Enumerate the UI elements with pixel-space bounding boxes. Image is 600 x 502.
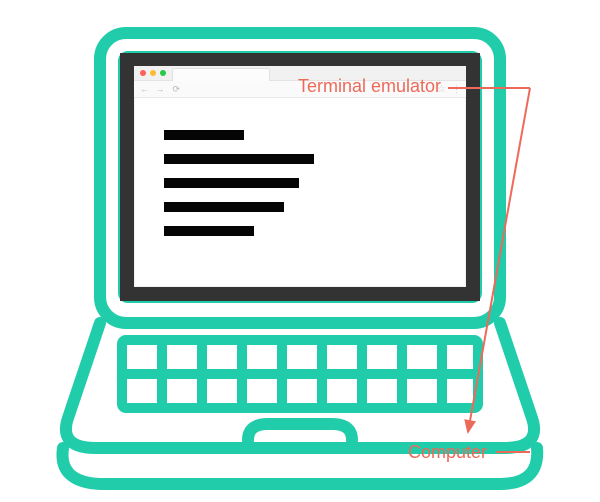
nav-arrows-icon: ← →	[140, 84, 167, 94]
terminal-line	[164, 178, 299, 188]
label-computer: Computer	[408, 442, 487, 463]
terminal-line	[164, 202, 284, 212]
close-icon	[140, 70, 146, 76]
terminal-emulator	[134, 98, 466, 268]
terminal-line	[164, 226, 254, 236]
minimize-icon	[150, 70, 156, 76]
kebab-menu-icon: ⋮	[452, 84, 460, 95]
browser-tab	[172, 68, 270, 81]
terminal-line	[164, 154, 314, 164]
zoom-icon	[160, 70, 166, 76]
window-traffic-lights	[140, 70, 166, 76]
label-terminal-emulator: Terminal emulator	[298, 76, 441, 97]
terminal-line	[164, 130, 244, 140]
diagram-stage: ← → ⟳ ☆ ⋮ Terminal emulator Computer	[0, 0, 600, 502]
browser-window: ← → ⟳ ☆ ⋮	[134, 66, 466, 287]
reload-icon: ⟳	[173, 84, 181, 95]
